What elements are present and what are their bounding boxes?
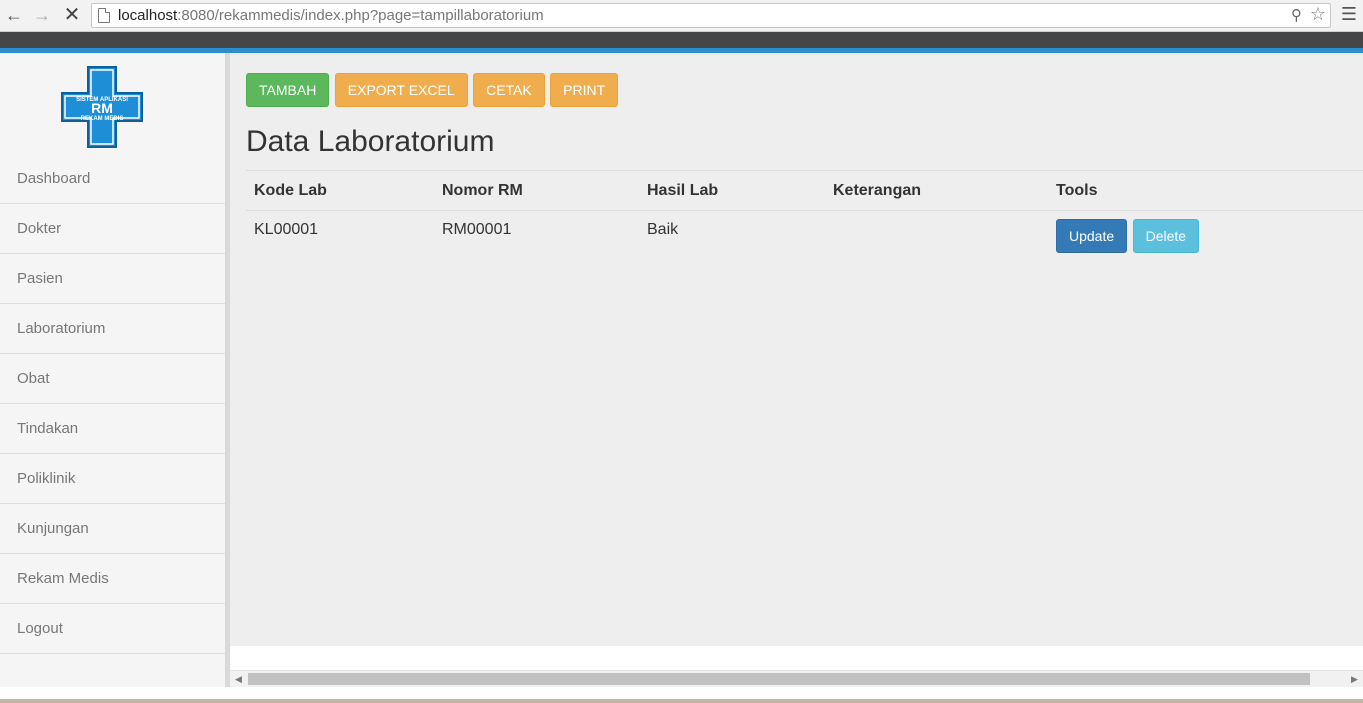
sidebar-item-rekam-medis[interactable]: Rekam Medis <box>0 554 225 604</box>
logo-line2: RM <box>91 100 113 116</box>
forward-arrow-icon[interactable]: → <box>31 4 53 26</box>
sidebar: SISTEM APLIKASI RM REKAM MEDIS Dashboard… <box>0 53 225 703</box>
sidebar-item-poliklinik[interactable]: Poliklinik <box>0 454 225 504</box>
browser-toolbar: ← → ✕ localhost:8080/rekammedis/index.ph… <box>0 0 1363 32</box>
cell-keterangan <box>825 211 1048 263</box>
scroll-right-arrow-icon[interactable]: ▶ <box>1346 671 1363 688</box>
column-header-keterangan: Keterangan <box>825 170 1048 211</box>
column-header-kode-lab: Kode Lab <box>246 170 434 211</box>
url-host: localhost <box>118 7 178 24</box>
cell-kode-lab: KL00001 <box>254 221 319 238</box>
cell-hasil-lab: Baik <box>647 221 679 238</box>
back-arrow-icon[interactable]: ← <box>3 4 25 26</box>
key-icon[interactable]: ⚲ <box>1291 6 1302 24</box>
cetak-button[interactable]: CETAK <box>473 73 545 107</box>
cell-tools: Update Delete <box>1048 211 1363 263</box>
main-content: TAMBAH EXPORT EXCEL CETAK PRINT Data Lab… <box>230 53 1363 646</box>
sidebar-item-tindakan[interactable]: Tindakan <box>0 404 225 454</box>
window-bottom-edge <box>0 687 1363 703</box>
url-text[interactable]: localhost:8080/rekammedis/index.php?page… <box>118 7 544 24</box>
table-row: KL00001 RM00001 Baik Update Delete <box>246 211 1363 263</box>
print-button[interactable]: PRINT <box>550 73 619 107</box>
cell-nomor-rm: RM00001 <box>442 221 512 238</box>
stop-loading-icon[interactable]: ✕ <box>61 4 83 26</box>
sidebar-item-logout[interactable]: Logout <box>0 604 225 654</box>
laboratorium-table: Kode Lab Nomor RM Hasil Lab Keterangan T… <box>246 170 1363 263</box>
horizontal-scrollbar[interactable]: ◀ ▶ <box>230 670 1363 687</box>
sidebar-item-obat[interactable]: Obat <box>0 354 225 404</box>
update-button[interactable]: Update <box>1056 219 1128 253</box>
page-icon <box>98 8 110 23</box>
tambah-button[interactable]: TAMBAH <box>246 73 330 107</box>
scrollbar-thumb[interactable] <box>248 673 1310 685</box>
sidebar-item-kunjungan[interactable]: Kunjungan <box>0 504 225 554</box>
logo-line3: REKAM MEDIS <box>81 116 124 122</box>
scroll-left-arrow-icon[interactable]: ◀ <box>230 671 247 688</box>
app-header-bar <box>0 32 1363 48</box>
column-header-tools: Tools <box>1048 170 1363 211</box>
sidebar-item-dashboard[interactable]: Dashboard <box>0 154 225 204</box>
sidebar-item-pasien[interactable]: Pasien <box>0 254 225 304</box>
url-path: :8080/rekammedis/index.php?page=tampilla… <box>177 7 544 24</box>
sidebar-item-dokter[interactable]: Dokter <box>0 204 225 254</box>
rekam-medis-logo-icon: SISTEM APLIKASI RM REKAM MEDIS <box>61 66 143 148</box>
column-header-hasil-lab: Hasil Lab <box>639 170 825 211</box>
content-footer-space <box>230 646 1363 670</box>
address-bar[interactable]: localhost:8080/rekammedis/index.php?page… <box>91 3 1331 28</box>
column-header-nomor-rm: Nomor RM <box>434 170 639 211</box>
table-header-row: Kode Lab Nomor RM Hasil Lab Keterangan T… <box>246 170 1363 211</box>
sidebar-nav: Dashboard Dokter Pasien Laboratorium Oba… <box>0 154 225 654</box>
action-toolbar: TAMBAH EXPORT EXCEL CETAK PRINT <box>246 73 619 107</box>
delete-button[interactable]: Delete <box>1132 219 1200 253</box>
sidebar-item-laboratorium[interactable]: Laboratorium <box>0 304 225 354</box>
bookmark-star-icon[interactable]: ☆ <box>1310 4 1326 25</box>
browser-menu-icon[interactable]: ☰ <box>1341 4 1357 25</box>
page-title: Data Laboratorium <box>246 125 495 158</box>
export-excel-button[interactable]: EXPORT EXCEL <box>334 73 468 107</box>
